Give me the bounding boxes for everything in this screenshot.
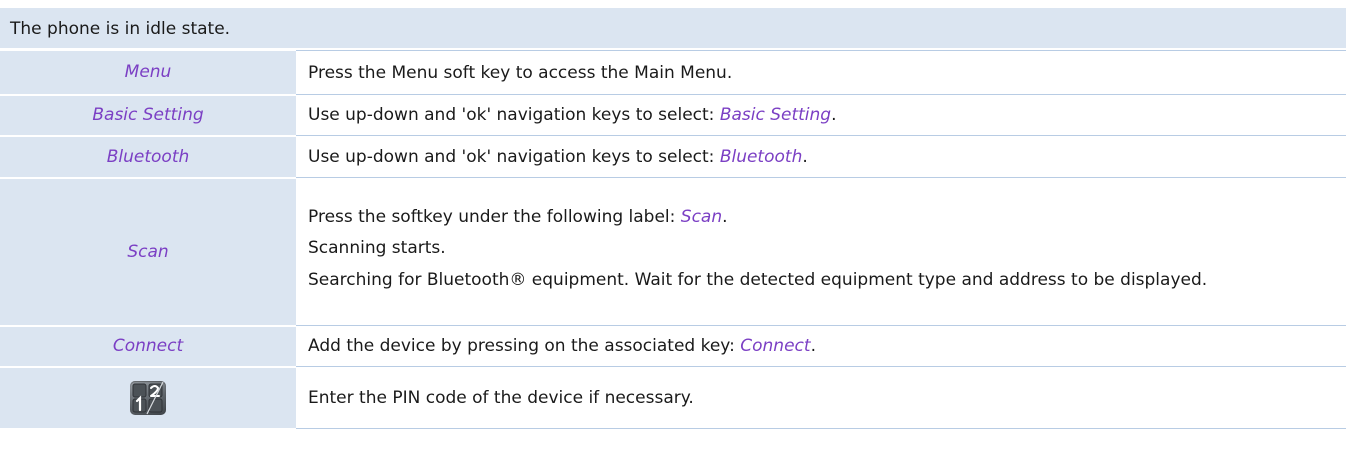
step-row: Scan Press the softkey under the followi…	[0, 177, 1346, 327]
step-text-suffix: .	[802, 146, 808, 167]
step-row: Menu Press the Menu soft key to access t…	[0, 50, 1346, 96]
step-action-label: Bluetooth	[719, 146, 803, 167]
step-text-plain: Press the softkey under the following la…	[308, 206, 681, 227]
step-key: Basic Setting	[0, 94, 296, 137]
intro-row: The phone is in idle state.	[0, 8, 1346, 50]
step-text-suffix: .	[810, 336, 816, 356]
step-text: Add the device by pressing on the associ…	[308, 335, 1306, 357]
step-row: Basic Setting Use up-down and 'ok' navig…	[0, 94, 1346, 137]
keypad-icon	[130, 380, 166, 415]
step-row: Connect Add the device by pressing on th…	[0, 325, 1346, 368]
step-description: Use up-down and 'ok' navigation keys to …	[296, 135, 1346, 178]
step-text-plain: Use up-down and 'ok' navigation keys to …	[308, 146, 720, 167]
step-description: Enter the PIN code of the device if nece…	[296, 366, 1346, 429]
step-text-suffix: .	[831, 105, 837, 125]
step-key: Connect	[0, 325, 296, 368]
step-text: Enter the PIN code of the device if nece…	[308, 387, 694, 408]
step-key	[0, 366, 296, 430]
step-key: Bluetooth	[0, 135, 296, 179]
step-text: Press the Menu soft key to access the Ma…	[308, 62, 733, 83]
step-key: Scan	[0, 177, 296, 327]
step-action-label: Scan	[680, 206, 723, 227]
step-text-suffix: .	[722, 206, 728, 227]
step-description: Add the device by pressing on the associ…	[296, 325, 1346, 367]
step-description: Press the softkey under the following la…	[296, 177, 1346, 326]
step-text-plain: Use up-down and 'ok' navigation keys to …	[308, 105, 720, 125]
step-text: Scanning starts.	[308, 237, 446, 258]
step-description: Press the Menu soft key to access the Ma…	[296, 50, 1346, 95]
step-row: Bluetooth Use up-down and 'ok' navigatio…	[0, 135, 1346, 179]
step-text-plain: Add the device by pressing on the associ…	[308, 336, 741, 356]
step-action-label: Basic Setting	[719, 105, 832, 125]
step-action-label: Connect	[740, 336, 811, 356]
procedure-table: The phone is in idle state. Menu Press t…	[0, 8, 1346, 430]
step-text: Searching for Bluetooth® equipment. Wait…	[308, 269, 1208, 290]
step-row: Enter the PIN code of the device if nece…	[0, 366, 1346, 430]
step-description: Use up-down and 'ok' navigation keys to …	[296, 94, 1346, 136]
step-text: Use up-down and 'ok' navigation keys to …	[308, 146, 1306, 168]
steps-table: Menu Press the Menu soft key to access t…	[0, 50, 1346, 430]
step-key: Menu	[0, 50, 296, 96]
step-text: Press the softkey under the following la…	[308, 206, 1306, 228]
step-text: Use up-down and 'ok' navigation keys to …	[308, 104, 1306, 126]
